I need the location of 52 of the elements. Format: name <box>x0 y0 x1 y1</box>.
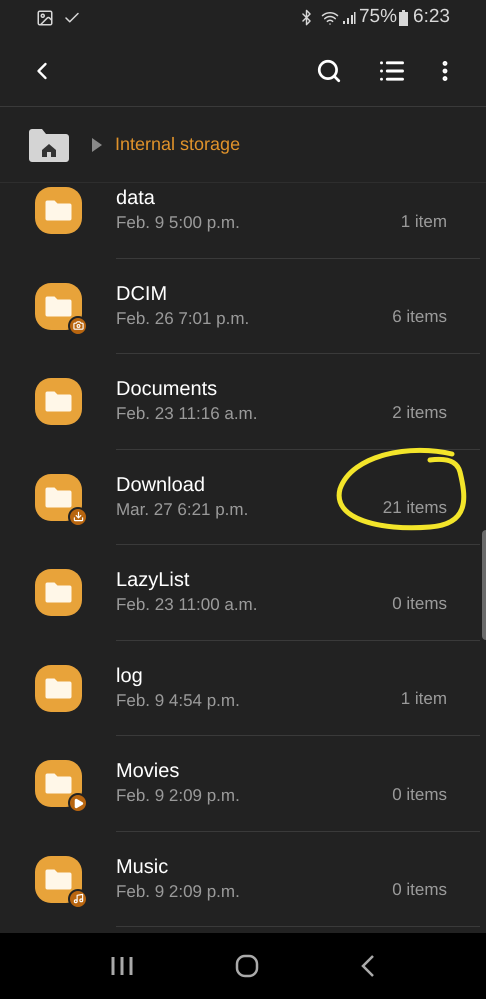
folder-date: Feb. 9 4:54 p.m. <box>116 690 241 712</box>
folder-date: Feb. 23 11:00 a.m. <box>116 594 258 616</box>
folder-row[interactable]: Music Feb. 9 2:09 p.m. 0 items <box>0 832 480 927</box>
folder-name: log <box>116 664 144 689</box>
home-folder-icon <box>29 128 69 162</box>
breadcrumb-link[interactable]: Internal storage <box>115 131 240 158</box>
folder-row[interactable]: LazyList Feb. 23 11:00 a.m. 0 items <box>0 545 480 640</box>
item-count: 21 items <box>382 497 447 519</box>
folder-name: data <box>116 186 156 212</box>
folder-date: Feb. 23 11:16 a.m. <box>116 403 258 426</box>
folder-icon <box>35 760 82 808</box>
folder-date: Feb. 26 7:01 p.m. <box>116 308 250 330</box>
folder-name: Movies <box>116 759 180 784</box>
folder-icon <box>35 569 82 616</box>
folder-icon <box>35 282 82 330</box>
folder-date: Mar. 27 6:21 p.m. <box>116 498 250 521</box>
breadcrumb-arrow-icon <box>91 136 103 152</box>
item-count: 0 items <box>392 784 447 806</box>
folder-name: DCIM <box>116 282 168 307</box>
item-count: 0 items <box>392 879 447 901</box>
search-icon[interactable] <box>316 58 342 84</box>
folder-icon <box>35 378 82 426</box>
back-icon[interactable] <box>361 954 375 978</box>
folder-row[interactable]: Download Mar. 27 6:21 p.m. 21 items <box>0 450 480 545</box>
item-count: 1 item <box>400 210 447 232</box>
recent-apps-icon[interactable] <box>111 956 133 976</box>
home-icon[interactable] <box>235 954 259 978</box>
folder-icon <box>35 664 82 712</box>
clock: 6:23 <box>413 5 450 30</box>
image-icon <box>36 8 54 26</box>
item-count: 1 item <box>400 688 447 710</box>
signal-icon <box>342 10 356 24</box>
folder-date: Feb. 9 5:00 p.m. <box>116 212 241 234</box>
folder-icon <box>35 856 82 903</box>
folder-row[interactable]: Documents Feb. 23 11:16 a.m. 2 items <box>0 354 480 450</box>
item-count: 2 items <box>392 402 447 424</box>
battery-percent: 75% <box>358 5 398 30</box>
folder-row[interactable]: data Feb. 9 5:00 p.m. 1 item <box>0 183 480 258</box>
folder-name: Music <box>116 854 170 880</box>
battery-icon <box>399 10 408 26</box>
folder-name: Documents <box>116 377 218 402</box>
folder-row[interactable]: DCIM Feb. 26 7:01 p.m. 6 items <box>0 258 480 354</box>
folder-row[interactable]: Movies Feb. 9 2:09 p.m. 0 items <box>0 736 480 832</box>
item-count: 6 items <box>392 306 447 328</box>
folder-date: Feb. 9 2:09 p.m. <box>116 785 241 808</box>
folder-date: Feb. 9 2:09 p.m. <box>116 880 241 903</box>
folder-icon <box>35 474 82 521</box>
folder-name: Download <box>116 472 206 498</box>
folder-name: LazyList <box>116 568 190 594</box>
item-count: 0 items <box>392 592 447 614</box>
folder-icon <box>35 187 82 234</box>
folder-row[interactable]: log Feb. 9 4:54 p.m. 1 item <box>0 640 480 736</box>
